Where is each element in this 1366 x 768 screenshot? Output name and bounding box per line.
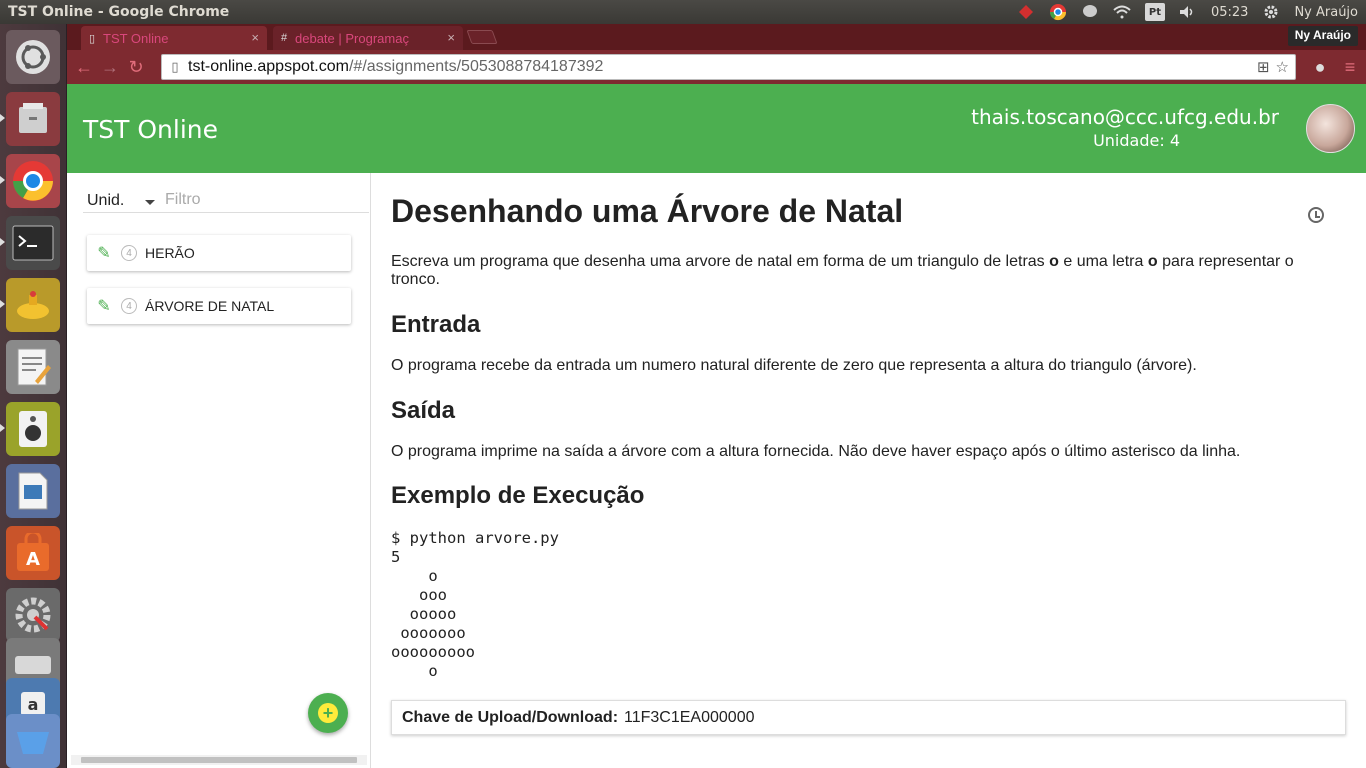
svg-text:a: a (28, 695, 39, 714)
terminal-icon[interactable] (6, 216, 60, 270)
panel-indicators: Pt 05:23 Ny Araújo (1017, 3, 1366, 21)
svg-text:A: A (26, 549, 40, 570)
intro-bold: o (1147, 253, 1158, 270)
running-indicator (0, 176, 5, 184)
chrome-icon[interactable] (1049, 3, 1067, 21)
scrollbar-thumb[interactable] (81, 757, 357, 763)
clock[interactable]: 05:23 (1211, 5, 1248, 20)
files-icon[interactable] (6, 92, 60, 146)
unit-select[interactable]: Unid. (87, 189, 155, 213)
plus-icon: + (318, 703, 338, 723)
new-tab-button[interactable] (466, 30, 498, 44)
list-item[interactable]: ✎ 4 ÁRVORE DE NATAL (87, 288, 351, 324)
tab-tst-online[interactable]: ▯ TST Online × (81, 26, 267, 50)
history-icon[interactable] (1308, 207, 1324, 223)
session-user-name[interactable]: Ny Araújo (1294, 5, 1358, 20)
reload-icon[interactable]: ↻ (123, 54, 149, 80)
speaker-app-icon[interactable] (6, 402, 60, 456)
assignment-sidebar: Unid. ✎ 4 HERÃO ✎ 4 ÁRVORE DE NATAL + (67, 173, 371, 768)
chrome-launcher-icon[interactable] (6, 154, 60, 208)
input-description: O programa recebe da entrada um numero n… (391, 357, 1197, 374)
problem-intro: Escreva um programa que desenha uma arvo… (391, 253, 1311, 289)
profile-button[interactable]: Ny Araújo (1287, 26, 1358, 46)
upload-key-value[interactable]: 11F3C1EA000000 (624, 709, 754, 727)
web-page: TST Online thais.toscano@ccc.ufcg.edu.br… (67, 84, 1366, 768)
running-indicator (0, 300, 5, 308)
running-indicator (0, 114, 5, 122)
software-center-icon[interactable]: A (6, 526, 60, 580)
address-bar[interactable]: ▯ tst-online.appspot.com/#/assignments/5… (161, 54, 1296, 80)
close-icon[interactable]: × (251, 30, 259, 45)
upload-label: Chave de Upload/Download: (402, 708, 619, 726)
list-item-label: HERÃO (145, 245, 195, 261)
unit-select-label: Unid. (87, 192, 125, 209)
hash-icon: # (281, 32, 288, 44)
browser-window: ▯ TST Online × # debate | Programaç × Ny… (67, 24, 1366, 768)
tab-title: debate | Programaç (295, 30, 409, 46)
wifi-icon[interactable] (1113, 3, 1131, 21)
intro-text: e uma letra (1058, 253, 1148, 270)
url-host: tst-online.appspot.com (188, 58, 349, 75)
url-path: /#/assignments/5053088784187392 (348, 58, 604, 75)
problem-content: Desenhando uma Árvore de Natal Escreva u… (391, 173, 1351, 768)
filter-input[interactable] (165, 187, 365, 213)
back-arrow-icon[interactable]: ← (71, 54, 97, 80)
tab-debate[interactable]: # debate | Programaç × (273, 26, 463, 50)
app-title[interactable]: TST Online (83, 115, 218, 144)
app-header: TST Online thais.toscano@ccc.ufcg.edu.br… (67, 84, 1366, 173)
forward-arrow-icon[interactable]: → (97, 54, 123, 80)
add-button[interactable]: + (308, 693, 348, 733)
upload-key-box: Chave de Upload/Download: 11F3C1EA000000 (391, 700, 1346, 735)
page-icon: ▯ (171, 59, 179, 74)
list-item[interactable]: ✎ 4 HERÃO (87, 235, 351, 271)
output-description: O programa imprime na saída a árvore com… (391, 443, 1241, 460)
messaging-icon[interactable] (1081, 3, 1099, 21)
list-item-label: ÁRVORE DE NATAL (145, 298, 275, 314)
bookmark-star-icon[interactable]: ☆ (1276, 58, 1289, 76)
impress-icon[interactable] (6, 464, 60, 518)
user-unit: Unidade: 4 (1093, 131, 1180, 150)
user-email: thais.toscano@ccc.ufcg.edu.br (971, 105, 1279, 129)
trash-icon[interactable] (6, 714, 60, 768)
unit-badge: 4 (121, 245, 137, 261)
page-title: Desenhando uma Árvore de Natal (391, 193, 904, 229)
keyboard-layout-indicator[interactable]: Pt (1144, 3, 1165, 21)
genie-lamp-icon[interactable] (6, 278, 60, 332)
avatar[interactable] (1306, 104, 1355, 153)
window-title: TST Online - Google Chrome (8, 4, 230, 20)
menu-icon[interactable]: ≡ (1337, 54, 1363, 80)
intro-bold: o (1049, 253, 1059, 270)
ubuntu-dash-icon[interactable] (6, 30, 60, 84)
intro-text: Escreva um programa que desenha uma arvo… (391, 253, 1050, 270)
system-settings-icon[interactable] (6, 588, 60, 642)
launcher: A a (0, 24, 67, 768)
divider (83, 212, 369, 213)
browser-toolbar: ← → ↻ ▯ tst-online.appspot.com/#/assignm… (67, 50, 1366, 84)
text-editor-icon[interactable] (6, 340, 60, 394)
pencil-icon: ✎ (97, 245, 111, 262)
chevron-down-icon (145, 200, 155, 205)
tab-title: TST Online (103, 30, 169, 46)
volume-icon[interactable] (1179, 3, 1197, 21)
input-heading: Entrada (391, 311, 481, 338)
horizontal-scrollbar[interactable] (71, 755, 367, 765)
alert-icon[interactable] (1017, 3, 1035, 21)
tab-strip: ▯ TST Online × # debate | Programaç × Ny… (67, 24, 1366, 50)
gear-icon[interactable] (1262, 3, 1280, 21)
pencil-icon: ✎ (97, 298, 111, 315)
page-icon: ▯ (89, 33, 96, 45)
example-heading: Exemplo de Execução (391, 482, 645, 509)
running-indicator (0, 238, 5, 246)
example-code: $ python arvore.py 5 o ooo ooooo ooooooo… (391, 529, 559, 680)
translate-icon[interactable]: ⊞ (1257, 58, 1270, 76)
top-panel: TST Online - Google Chrome Pt 05:23 Ny A… (0, 0, 1366, 24)
unit-badge: 4 (121, 298, 137, 314)
extension-icon[interactable]: ● (1307, 54, 1333, 80)
close-icon[interactable]: × (447, 30, 455, 45)
output-heading: Saída (391, 397, 456, 424)
running-indicator (0, 424, 5, 432)
